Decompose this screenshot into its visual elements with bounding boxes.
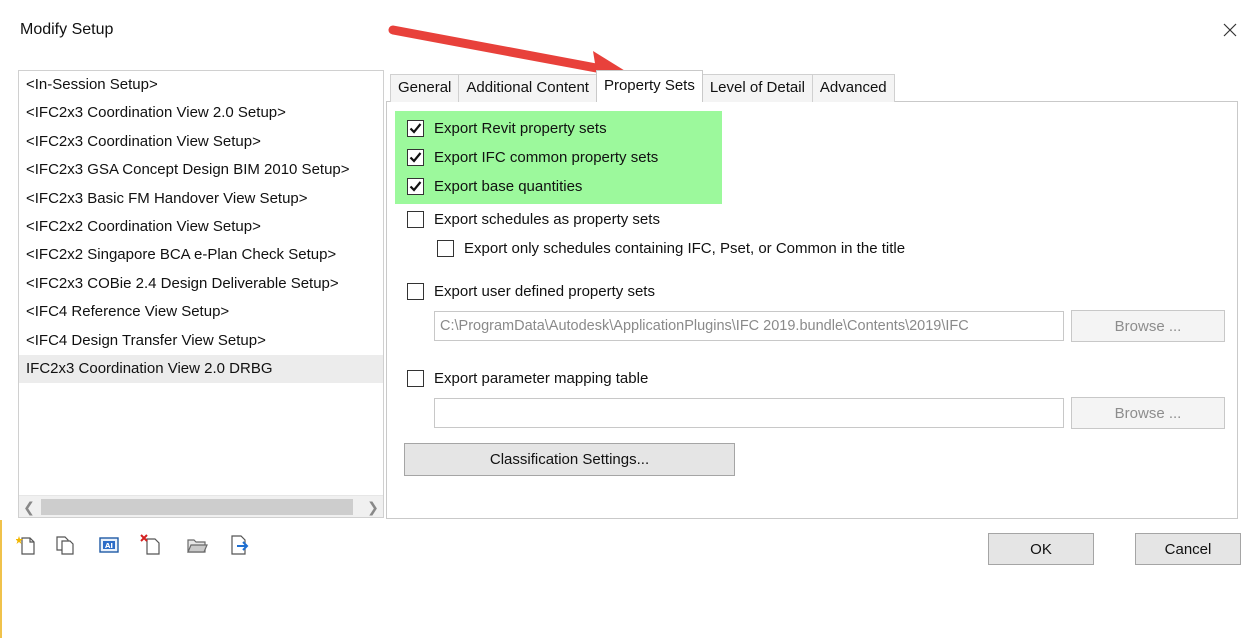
export-only-schedules-checkbox[interactable] xyxy=(437,240,454,257)
scroll-right-icon[interactable]: ❯ xyxy=(363,496,383,517)
tab-strip: General Additional Content Property Sets… xyxy=(390,70,895,102)
tab-property-sets[interactable]: Property Sets xyxy=(595,70,703,102)
dialog-title: Modify Setup xyxy=(20,21,114,38)
setup-list[interactable]: <In-Session Setup> <IFC2x3 Coordination … xyxy=(18,70,384,518)
export-user-defined-label: Export user defined property sets xyxy=(434,283,655,300)
close-button[interactable] xyxy=(1218,18,1242,42)
export-only-schedules-label: Export only schedules containing IFC, Ps… xyxy=(464,240,906,257)
browse-param-mapping-button[interactable]: Browse ... xyxy=(1071,397,1225,429)
export-base-quantities-checkbox[interactable] xyxy=(407,178,424,195)
option-export-param-mapping: Export parameter mapping table xyxy=(407,370,648,387)
setup-item[interactable]: <IFC2x3 COBie 2.4 Design Deliverable Set… xyxy=(19,270,383,298)
export-param-mapping-checkbox[interactable] xyxy=(407,370,424,387)
export-setup-icon[interactable] xyxy=(228,534,250,556)
setup-item[interactable]: <IFC4 Design Transfer View Setup> xyxy=(19,327,383,355)
option-export-revit-psets: Export Revit property sets xyxy=(407,120,607,137)
checkmark-icon xyxy=(409,181,422,192)
export-schedules-checkbox[interactable] xyxy=(407,211,424,228)
option-export-user-defined: Export user defined property sets xyxy=(407,283,655,300)
setup-item[interactable]: <IFC2x3 Coordination View 2.0 Setup> xyxy=(19,99,383,127)
option-export-schedules: Export schedules as property sets xyxy=(407,211,660,228)
tab-level-of-detail[interactable]: Level of Detail xyxy=(701,74,813,102)
ok-button[interactable]: OK xyxy=(988,533,1094,565)
user-defined-path-field[interactable]: C:\ProgramData\Autodesk\ApplicationPlugi… xyxy=(434,311,1064,341)
import-setup-icon[interactable] xyxy=(186,534,208,556)
export-ifc-common-checkbox[interactable] xyxy=(407,149,424,166)
setup-item[interactable]: <IFC2x3 Coordination View Setup> xyxy=(19,128,383,156)
setup-item[interactable]: <In-Session Setup> xyxy=(19,71,383,99)
tab-general[interactable]: General xyxy=(390,74,460,102)
option-export-base-quantities: Export base quantities xyxy=(407,178,582,195)
cancel-button[interactable]: Cancel xyxy=(1135,533,1241,565)
horizontal-scrollbar[interactable]: ❮ ❯ xyxy=(19,495,383,517)
tab-additional-content[interactable]: Additional Content xyxy=(458,74,597,102)
modify-setup-dialog: Modify Setup <In-Session Setup> <IFC2x3 … xyxy=(0,0,1252,638)
title-bar: Modify Setup xyxy=(0,0,1252,60)
close-icon xyxy=(1223,23,1237,37)
svg-text:AI: AI xyxy=(105,542,113,550)
rename-setup-icon[interactable]: AI xyxy=(98,534,120,556)
scroll-left-icon[interactable]: ❮ xyxy=(19,496,39,517)
export-base-quantities-label: Export base quantities xyxy=(434,178,583,195)
param-mapping-path-field[interactable] xyxy=(434,398,1064,428)
new-setup-icon[interactable] xyxy=(16,534,38,556)
setup-item[interactable]: <IFC2x3 Basic FM Handover View Setup> xyxy=(19,185,383,213)
classification-settings-button[interactable]: Classification Settings... xyxy=(404,443,735,476)
checkmark-icon xyxy=(409,152,422,163)
setup-item[interactable]: <IFC2x2 Singapore BCA e-Plan Check Setup… xyxy=(19,241,383,269)
setup-item[interactable]: <IFC4 Reference View Setup> xyxy=(19,298,383,326)
setup-item[interactable]: <IFC2x2 Coordination View Setup> xyxy=(19,213,383,241)
export-ifc-common-label: Export IFC common property sets xyxy=(434,149,659,166)
browse-user-defined-button[interactable]: Browse ... xyxy=(1071,310,1225,342)
option-export-ifc-common: Export IFC common property sets xyxy=(407,149,658,166)
checkmark-icon xyxy=(409,123,422,134)
export-revit-psets-label: Export Revit property sets xyxy=(434,120,607,137)
delete-setup-icon[interactable] xyxy=(140,534,162,556)
export-param-mapping-label: Export parameter mapping table xyxy=(434,370,649,387)
window-edge-accent xyxy=(0,520,2,638)
setup-item-selected[interactable]: IFC2x3 Coordination View 2.0 DRBG xyxy=(19,354,383,384)
export-schedules-label: Export schedules as property sets xyxy=(434,211,660,228)
setup-item[interactable]: <IFC2x3 GSA Concept Design BIM 2010 Setu… xyxy=(19,156,383,184)
scrollbar-thumb[interactable] xyxy=(41,499,353,515)
export-user-defined-checkbox[interactable] xyxy=(407,283,424,300)
export-revit-psets-checkbox[interactable] xyxy=(407,120,424,137)
tab-advanced[interactable]: Advanced xyxy=(811,74,895,102)
option-export-only-schedules: Export only schedules containing IFC, Ps… xyxy=(437,240,905,257)
duplicate-setup-icon[interactable] xyxy=(54,534,76,556)
